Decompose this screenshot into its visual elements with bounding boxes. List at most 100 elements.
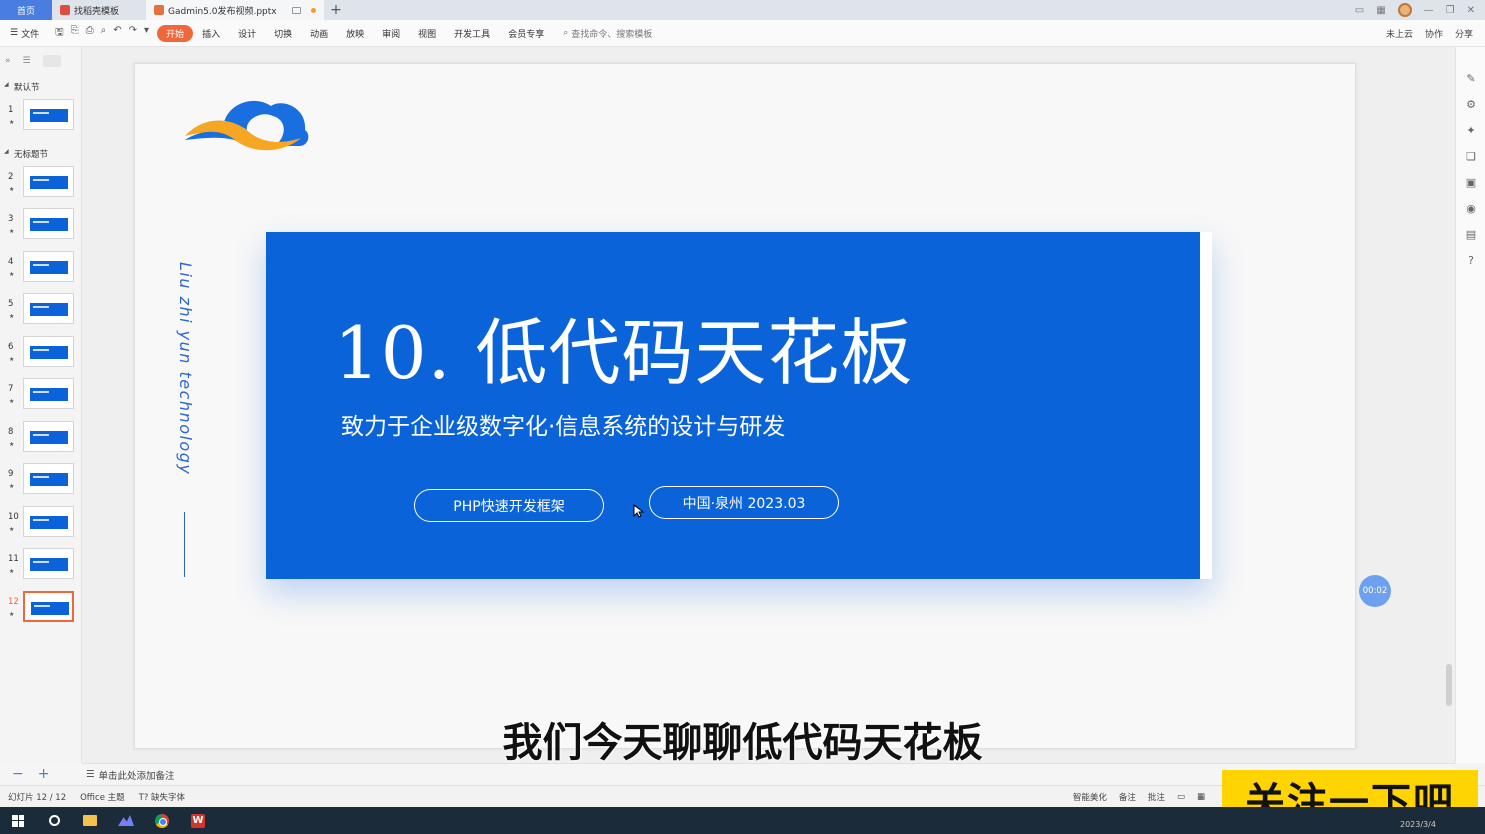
outline-view-icon[interactable]: ☰ xyxy=(23,56,31,66)
slide-thumbnail[interactable]: 11 ★ xyxy=(0,548,81,591)
help-icon[interactable]: ? xyxy=(1465,255,1477,267)
file-explorer-button[interactable] xyxy=(72,807,108,834)
animation-star-icon: ★ xyxy=(9,440,15,448)
tab-home[interactable]: 首页 xyxy=(0,0,52,20)
slide-thumbnail[interactable]: 4 ★ xyxy=(0,250,81,294)
ribbon-tab-member[interactable]: 会员专享 xyxy=(499,27,553,40)
collaborate-button[interactable]: 协作 xyxy=(1425,27,1443,40)
vertical-scrollbar[interactable] xyxy=(1446,664,1452,706)
grid-apps-icon[interactable]: ▦ xyxy=(1376,5,1385,16)
cloud-status-button[interactable]: 未上云 xyxy=(1386,27,1413,40)
location-icon[interactable]: ◉ xyxy=(1465,203,1477,215)
notes-placeholder[interactable]: 单击此处添加备注 xyxy=(99,768,175,782)
slide-canvas[interactable]: Liu zhi yun technology 10. 低代码天花板 致力于企业级… xyxy=(134,63,1356,749)
command-search[interactable]: ⌕ 查找命令、搜索模板 xyxy=(563,27,652,40)
undo-icon[interactable]: ↶ xyxy=(113,25,121,42)
file-menu[interactable]: ☰ 文件 xyxy=(0,27,47,40)
slide-thumbnail-selected[interactable]: 12 ★ xyxy=(0,590,81,634)
missing-font-button[interactable]: T? 缺失字体 xyxy=(139,791,185,803)
slide-thumbnail[interactable]: 1 ★ xyxy=(0,99,81,142)
user-avatar[interactable] xyxy=(1397,3,1412,17)
object-select-icon[interactable]: ✎ xyxy=(1465,73,1477,85)
slide-number: 3 xyxy=(8,214,14,224)
slide-thumb-image[interactable] xyxy=(23,378,74,409)
layout-icon[interactable]: ▭ xyxy=(1355,5,1364,16)
pin-icon[interactable]: ✦ xyxy=(1465,125,1477,137)
taskbar-search-button[interactable] xyxy=(36,807,72,834)
more-icon[interactable]: ▾ xyxy=(144,25,149,42)
print-icon[interactable]: ⎙ xyxy=(86,25,94,42)
slide-thumb-image[interactable] xyxy=(23,420,74,452)
photos-app-button[interactable] xyxy=(108,807,144,834)
theme-name[interactable]: Office 主题 xyxy=(80,791,125,803)
slide-thumbnail[interactable]: 9 ★ xyxy=(0,463,81,506)
maximize-icon[interactable]: ❐ xyxy=(1446,5,1455,16)
minimize-icon[interactable]: — xyxy=(1424,5,1434,16)
redo-icon[interactable]: ↷ xyxy=(129,25,137,42)
slide-thumb-image[interactable] xyxy=(23,208,74,239)
slide-thumbnail[interactable]: 6 ★ xyxy=(0,335,81,379)
slide-thumb-image[interactable] xyxy=(23,505,74,537)
sorter-view-icon[interactable]: ▦ xyxy=(1197,792,1205,802)
slide-thumb-image[interactable] xyxy=(23,165,74,197)
slide-thumbnail[interactable]: 10 ★ xyxy=(0,505,81,549)
monitor-icon[interactable] xyxy=(292,6,301,14)
close-icon[interactable]: ✕ xyxy=(1467,5,1475,16)
slide-thumb-image[interactable] xyxy=(23,548,74,579)
tab-document[interactable]: Gadmin5.0发布视频.pptx xyxy=(146,0,324,20)
framework-pill[interactable]: PHP快速开发框架 xyxy=(414,489,604,522)
location-date-pill[interactable]: 中国·泉州 2023.03 xyxy=(649,486,839,519)
ribbon-tab-developer[interactable]: 开发工具 xyxy=(445,27,499,40)
ribbon-tab-review[interactable]: 审阅 xyxy=(373,27,409,40)
recording-timer[interactable]: 00:02 xyxy=(1359,575,1391,607)
chrome-button[interactable] xyxy=(144,807,180,834)
animation-star-icon: ★ xyxy=(9,313,15,320)
zoom-out-button[interactable]: − xyxy=(12,766,24,782)
preview-icon[interactable]: ⌕ xyxy=(101,25,107,42)
ribbon-tab-slideshow[interactable]: 放映 xyxy=(337,27,373,40)
section-default[interactable]: 默认节 xyxy=(0,75,81,99)
slide-thumb-image[interactable] xyxy=(23,335,74,367)
slide-thumb-image[interactable] xyxy=(23,99,74,130)
vertical-divider xyxy=(184,512,185,577)
book-icon[interactable]: ▤ xyxy=(1465,229,1477,241)
slide-thumbnail[interactable]: 7 ★ xyxy=(0,378,81,421)
slide-thumbnail[interactable]: 2 ★ xyxy=(0,165,81,209)
slide-subtitle[interactable]: 致力于企业级数字化·信息系统的设计与研发 xyxy=(341,407,785,441)
copy-icon[interactable]: ❏ xyxy=(1465,151,1477,163)
slide-thumbnail[interactable]: 3 ★ xyxy=(0,208,81,251)
ribbon-tab-insert[interactable]: 插入 xyxy=(193,27,229,40)
image-icon[interactable]: ▣ xyxy=(1465,177,1477,189)
slide-thumb-image[interactable] xyxy=(23,463,74,494)
slide-thumb-image[interactable] xyxy=(23,250,74,282)
export-icon[interactable]: ⎘ xyxy=(71,25,79,42)
slide-thumb-image[interactable] xyxy=(23,590,74,622)
slide-number: 4 xyxy=(8,256,14,267)
section-untitled[interactable]: 无标题节 xyxy=(0,142,81,166)
smart-beautify-button[interactable]: 智能美化 xyxy=(1073,791,1107,803)
tab-template[interactable]: 找稻壳模板 xyxy=(52,0,146,20)
properties-icon[interactable]: ⚙ xyxy=(1465,99,1477,111)
new-tab-button[interactable]: + xyxy=(324,0,348,20)
cloud-logo-icon xyxy=(185,100,309,151)
slide-thumbnail[interactable]: 5 ★ xyxy=(0,293,81,336)
collapse-panel-icon[interactable]: » xyxy=(5,56,11,66)
ribbon-tab-view[interactable]: 视图 xyxy=(409,27,445,40)
ribbon-tab-design[interactable]: 设计 xyxy=(229,27,265,40)
notes-toggle-button[interactable]: 备注 xyxy=(1119,791,1136,803)
start-button[interactable] xyxy=(0,807,36,834)
slide-counter: 幻灯片 12 / 12 xyxy=(8,792,67,803)
slide-thumb-image[interactable] xyxy=(23,293,74,324)
wps-button[interactable]: W xyxy=(180,807,216,834)
share-button[interactable]: 分享 xyxy=(1455,27,1473,40)
comments-toggle-button[interactable]: 批注 xyxy=(1148,791,1165,803)
normal-view-icon[interactable]: ▭ xyxy=(1177,792,1185,802)
thumbnail-view-icon[interactable] xyxy=(42,55,61,67)
save-icon[interactable]: 🖫 xyxy=(55,25,64,42)
ribbon-tab-animation[interactable]: 动画 xyxy=(301,27,337,40)
slide-thumbnail[interactable]: 8 ★ xyxy=(0,420,81,464)
ribbon-tab-home[interactable]: 开始 xyxy=(157,24,194,42)
slide-title[interactable]: 10. 低代码天花板 xyxy=(334,294,913,399)
zoom-in-button[interactable]: + xyxy=(38,766,50,782)
ribbon-tab-transition[interactable]: 切换 xyxy=(265,27,301,40)
